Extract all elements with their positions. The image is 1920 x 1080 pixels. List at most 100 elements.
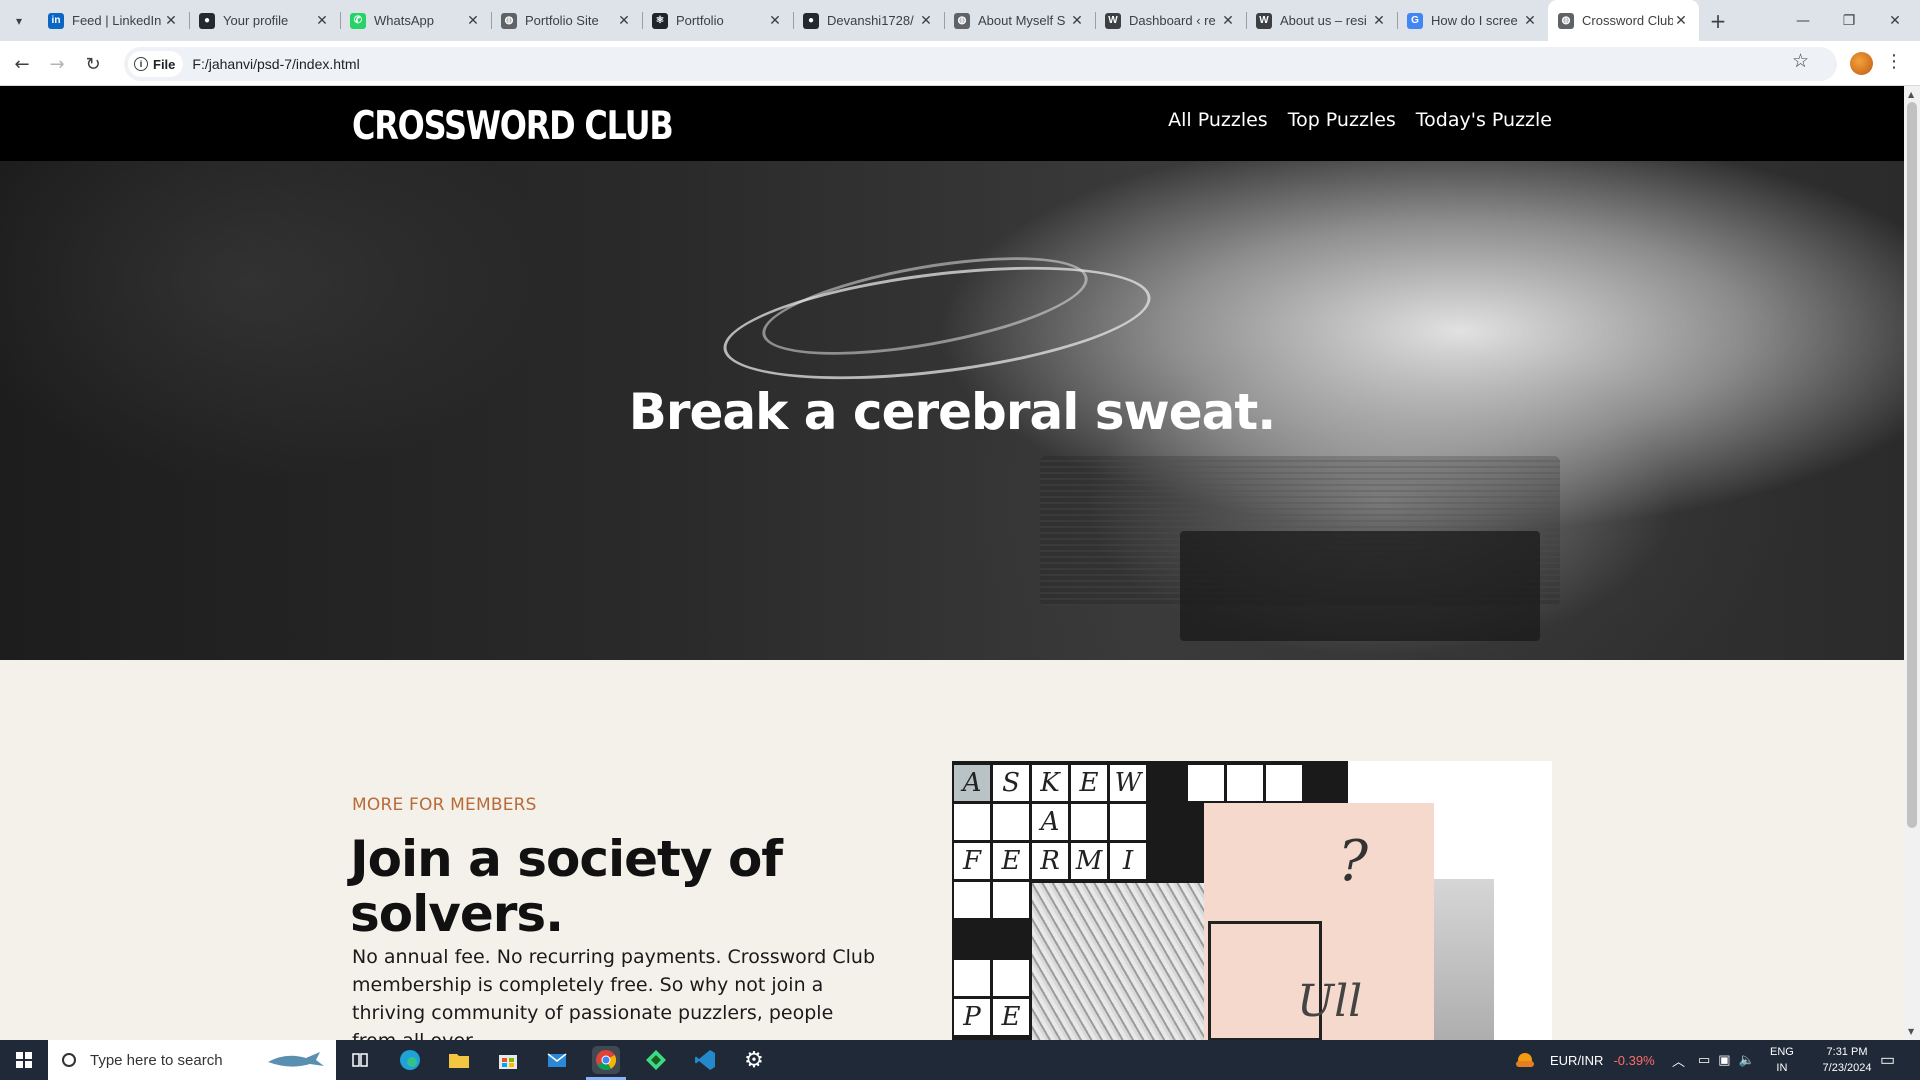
file-explorer-button[interactable] <box>445 1046 473 1074</box>
crossword-collage: ASKEWAFERMIPE ? Ull <box>952 761 1552 1040</box>
restore-button[interactable]: ❐ <box>1826 0 1872 41</box>
chrome-button[interactable] <box>592 1046 620 1074</box>
url-text[interactable]: F:/jahanvi/psd-7/index.html <box>192 56 359 72</box>
bookmark-star-icon[interactable]: ☆ <box>1792 50 1809 72</box>
nav-todays-puzzle[interactable]: Today's Puzzle <box>1416 109 1552 131</box>
back-button[interactable]: ← <box>8 50 36 78</box>
nav-top-puzzles[interactable]: Top Puzzles <box>1288 109 1396 131</box>
tab-close-icon[interactable]: ✕ <box>1371 12 1387 29</box>
tab-title: How do I scree <box>1431 13 1518 28</box>
tab-title: Portfolio <box>676 13 724 28</box>
browser-tab[interactable]: in Feed | LinkedIn ✕ <box>38 0 189 41</box>
diamond-app-icon <box>646 1050 666 1070</box>
store-icon <box>499 1055 517 1069</box>
vscode-icon <box>695 1050 715 1070</box>
reload-button[interactable]: ↻ <box>79 50 107 78</box>
crossword-cell: W <box>1110 765 1146 801</box>
crossword-cell <box>1266 765 1302 801</box>
taskbar-search[interactable]: Type here to search <box>48 1040 336 1080</box>
tab-close-icon[interactable]: ✕ <box>1522 12 1538 29</box>
handwriting-scribble: Ull <box>1297 976 1363 1027</box>
shark-doodle-icon <box>268 1052 324 1067</box>
gear-icon: ⚙ <box>744 1047 764 1073</box>
crossword-cell <box>993 804 1029 840</box>
browser-tab[interactable]: G How do I scree ✕ <box>1397 0 1548 41</box>
browser-tab[interactable]: ● Your profile ✕ <box>189 0 340 41</box>
meet-icon[interactable]: ▭ <box>1698 1052 1710 1068</box>
site-info-label: File <box>153 56 176 72</box>
minimize-button[interactable]: — <box>1780 0 1826 41</box>
tab-strip: ▾ in Feed | LinkedIn ✕ ● Your profile ✕ ✆ Whats… <box>0 0 1920 41</box>
new-tab-button[interactable]: + <box>1705 8 1731 34</box>
windows-logo-icon <box>16 1052 32 1068</box>
tab-close-icon[interactable]: ✕ <box>918 12 934 29</box>
tab-close-icon[interactable]: ✕ <box>1069 12 1085 29</box>
arrow-right-icon: → <box>49 53 65 75</box>
react-icon: ⚛ <box>652 12 668 29</box>
search-placeholder: Type here to search <box>90 1051 223 1069</box>
tab-title: About us – resi <box>1280 13 1367 28</box>
crossword-cell <box>1188 765 1224 801</box>
crossword-cell: E <box>993 843 1029 879</box>
browser-toolbar: ← → ↻ i File F:/jahanvi/psd-7/index.html… <box>0 41 1920 86</box>
volume-icon[interactable]: 🔈 <box>1739 1052 1755 1068</box>
crossword-cell <box>993 882 1029 918</box>
vscode-button[interactable] <box>691 1046 719 1074</box>
tab-close-icon[interactable]: ✕ <box>767 12 783 29</box>
browser-tab[interactable]: ◍ About Myself S ✕ <box>944 0 1095 41</box>
wordpress-icon: W <box>1256 12 1272 29</box>
crossword-cell <box>1110 804 1146 840</box>
tab-list: in Feed | LinkedIn ✕ ● Your profile ✕ ✆ WhatsAp… <box>38 0 1699 41</box>
site-info-chip[interactable]: i File <box>128 51 184 77</box>
scroll-down-icon[interactable]: ▼ <box>1908 1027 1914 1036</box>
settings-button[interactable]: ⚙ <box>740 1046 768 1074</box>
scroll-thumb[interactable] <box>1907 102 1917 828</box>
browser-tab[interactable]: ⚛ Portfolio ✕ <box>642 0 793 41</box>
browser-menu-icon[interactable]: ⋮ <box>1885 51 1903 72</box>
whatsapp-icon: ✆ <box>350 12 366 29</box>
mail-button[interactable] <box>543 1046 571 1074</box>
start-button[interactable] <box>0 1040 48 1080</box>
site-logo[interactable]: CROSSWORD CLUB <box>352 104 674 149</box>
currency-widget[interactable]: EUR/INR -0.39% <box>1514 1040 1655 1080</box>
currency-change: -0.39% <box>1613 1052 1655 1068</box>
site-header: CROSSWORD CLUB All Puzzles Top Puzzles T… <box>0 86 1904 161</box>
browser-tab[interactable]: ● Devanshi1728/ ✕ <box>793 0 944 41</box>
language-code: ENG <box>1770 1046 1794 1058</box>
browser-tab[interactable]: W About us – resi ✕ <box>1246 0 1397 41</box>
notifications-button[interactable]: ▭ <box>1880 1040 1895 1080</box>
browser-tab[interactable]: W Dashboard ‹ re ✕ <box>1095 0 1246 41</box>
page-scrollbar[interactable]: ▲ ▼ <box>1904 86 1920 1040</box>
tab-title: Feed | LinkedIn <box>72 13 162 28</box>
notification-icon: ▭ <box>1880 1052 1896 1069</box>
nav-all-puzzles[interactable]: All Puzzles <box>1168 109 1268 131</box>
tab-close-icon[interactable]: ✕ <box>314 12 330 29</box>
browser-tab[interactable]: ◍ Portfolio Site ✕ <box>491 0 642 41</box>
git-app-button[interactable] <box>642 1046 670 1074</box>
tray-overflow-button[interactable]: ︿ <box>1672 1040 1685 1080</box>
clock[interactable]: 7:31 PM 7/23/2024 <box>1812 1040 1882 1080</box>
task-view-button[interactable] <box>346 1046 374 1074</box>
globe-icon: ◍ <box>1558 12 1574 29</box>
tab-close-icon[interactable]: ✕ <box>1220 12 1236 29</box>
store-button[interactable] <box>494 1046 522 1074</box>
tab-search-button[interactable]: ▾ <box>6 8 32 34</box>
browser-tab[interactable]: ✆ WhatsApp ✕ <box>340 0 491 41</box>
network-icon[interactable]: ▣ <box>1718 1052 1730 1068</box>
edge-button[interactable] <box>396 1046 424 1074</box>
scroll-up-icon[interactable]: ▲ <box>1908 90 1914 99</box>
forward-button[interactable]: → <box>43 50 71 78</box>
crossword-cell: K <box>1032 765 1068 801</box>
language-indicator[interactable]: ENG IN <box>1770 1040 1794 1080</box>
tab-close-icon[interactable]: ✕ <box>163 12 179 29</box>
close-window-button[interactable]: ✕ <box>1872 0 1918 41</box>
language-region: IN <box>1776 1062 1788 1074</box>
browser-tab[interactable]: ◍ Crossword Club ✕ <box>1548 0 1699 41</box>
profile-avatar[interactable] <box>1850 52 1873 75</box>
tab-close-icon[interactable]: ✕ <box>465 12 481 29</box>
tab-close-icon[interactable]: ✕ <box>616 12 632 29</box>
address-bar[interactable]: i File F:/jahanvi/psd-7/index.html ☆ <box>124 47 1837 81</box>
tab-close-icon[interactable]: ✕ <box>1673 12 1689 29</box>
close-icon: ✕ <box>1889 12 1901 29</box>
tab-title: Portfolio Site <box>525 13 599 28</box>
